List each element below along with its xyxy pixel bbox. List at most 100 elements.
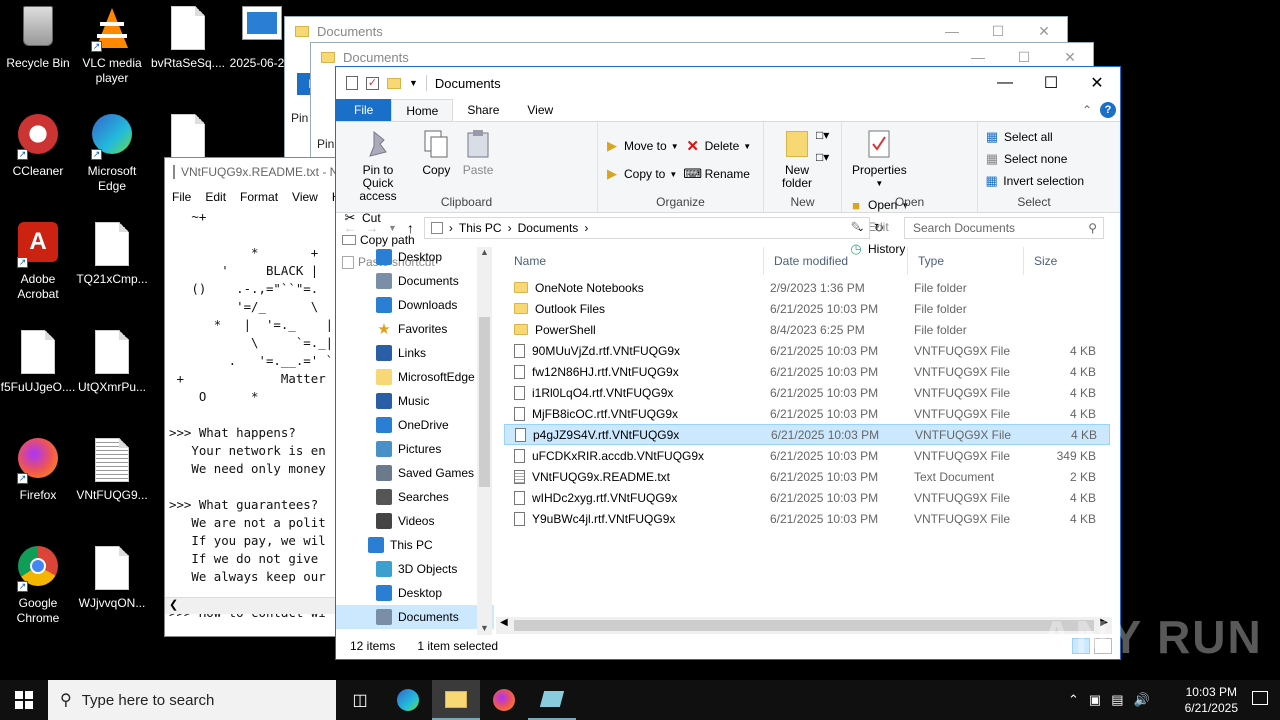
column-type[interactable]: Type [908,247,1024,275]
nav-item[interactable]: Links [336,341,494,365]
paste-button[interactable]: Paste [459,126,498,179]
column-name[interactable]: Name [504,247,764,275]
delete-button[interactable]: ✕ Delete ▼ [685,132,751,160]
invert-selection-button[interactable]: ▦ Invert selection [984,170,1084,192]
file-row[interactable]: Y9uBWc4jl.rtf.VNtFUQG9x 6/21/2025 10:03 P… [504,508,1110,529]
file-row[interactable]: wIHDc2xyg.rtf.VNtFUQG9x 6/21/2025 10:03 P… [504,487,1110,508]
volume-icon[interactable]: 🔊 [1134,692,1150,708]
tab-home[interactable]: Home [391,99,454,121]
file-row[interactable]: VNtFUQG9x.README.txt 6/21/2025 10:03 PM Te… [504,466,1110,487]
nav-item[interactable]: MicrosoftEdge [336,365,494,389]
maximize-icon[interactable]: ☐ [975,23,1021,40]
address-dropdown-icon[interactable]: ⌄ [857,223,865,234]
desktop-icon-item[interactable]: ↗ Microsoft Edge [74,114,150,194]
collapse-ribbon-icon[interactable]: ⌃ [1082,103,1092,117]
nav-item[interactable]: Videos [336,509,494,533]
cut-button[interactable]: ✂ Cut [342,207,435,229]
network-icon[interactable]: ▤ [1111,692,1123,708]
nav-item[interactable]: Music [336,389,494,413]
desktop-icon-item[interactable]: ↗ VLC media player [74,6,150,86]
show-hidden-icons-icon[interactable]: ⌃ [1068,692,1079,708]
copy-to-button[interactable]: ▶ Copy to ▼ [604,160,679,188]
nav-item[interactable]: OneDrive [336,413,494,437]
column-size[interactable]: Size [1024,247,1102,275]
column-date-modified[interactable]: Date modified [764,247,908,275]
select-none-button[interactable]: ▦ Select none [984,148,1084,170]
easy-access-icon[interactable]: □▾ [816,150,829,164]
taskbar-edge-button[interactable] [384,680,432,720]
nav-item[interactable]: Pictures [336,437,494,461]
file-row[interactable]: Outlook Files 6/21/2025 10:03 PM File fold… [504,298,1110,319]
copy-button[interactable]: Copy [417,126,455,179]
notepad-text[interactable]: ~+ * + ' BLACK | () .-.,="``"=. '=/_ \ *… [165,208,335,622]
desktop-icon-item[interactable]: WJjvvqON... [74,546,150,611]
address-bar[interactable]: › This PC › Documents › ⌄ [423,217,870,239]
nav-item[interactable]: Desktop [336,581,494,605]
breadcrumb-this-pc[interactable]: This PC [459,221,502,235]
search-box[interactable]: Search Documents ⚲ [903,217,1104,239]
minimize-icon[interactable]: — [929,23,975,40]
tab-share[interactable]: Share [453,99,513,121]
start-button[interactable] [0,680,48,720]
nav-item[interactable]: Searches [336,485,494,509]
file-row[interactable]: 90MUuVjZd.rtf.VNtFUQG9x 6/21/2025 10:03 P… [504,340,1110,361]
file-row[interactable]: MjFB8icOC.rtf.VNtFUQG9x 6/21/2025 10:03 P… [504,403,1110,424]
desktop-icon-item[interactable]: ↗ Firefox [0,438,76,503]
nav-item[interactable]: 3D Objects [336,557,494,581]
minimize-icon[interactable]: — [955,49,1001,66]
pin-to-quick-access-button[interactable]: Pin to Quick access [342,126,414,205]
close-icon[interactable]: ✕ [1021,23,1067,40]
nav-item[interactable]: This PC [336,533,494,557]
navigation-scrollbar[interactable]: ▲ ▼ [477,247,492,635]
file-row[interactable]: fw12N86HJ.rtf.VNtFUQG9x 6/21/2025 10:03 P… [504,361,1110,382]
desktop-icon-item[interactable]: A ↗ Adobe Acrobat [0,222,76,302]
move-to-button[interactable]: ▶ Move to ▼ [604,132,679,160]
properties-button[interactable]: Properties ▼ [848,126,911,192]
notification-icon[interactable] [1252,691,1268,705]
tab-file[interactable]: File [336,99,392,121]
notepad-menu-item[interactable]: View [292,190,318,204]
scroll-down-icon[interactable]: ▼ [477,623,492,633]
select-all-button[interactable]: ▦ Select all [984,126,1084,148]
scroll-left-icon[interactable]: ❮ [169,598,178,611]
explorer-window[interactable]: ✓ ▼ Documents — ☐ ✕ File Home Share View… [335,66,1121,660]
desktop-icon-item[interactable]: bvRtaSeSq.... [150,6,226,71]
scroll-left-icon[interactable]: ◀ [500,617,508,628]
breadcrumb-documents[interactable]: Documents [518,221,579,235]
desktop-icon-item[interactable]: VNtFUQG9... [74,438,150,503]
taskbar-search-box[interactable]: ⚲ Type here to search [48,680,336,720]
maximize-icon[interactable]: ☐ [1028,67,1074,99]
scrollbar-thumb[interactable] [514,620,1094,631]
desktop-icon-item[interactable]: UtQXmrPu... [74,330,150,395]
file-row[interactable]: OneNote Notebooks 2/9/2023 1:36 PM File fo… [504,277,1110,298]
file-row[interactable]: PowerShell 8/4/2023 6:25 PM File folder [504,319,1110,340]
file-list-horizontal-scrollbar[interactable]: ◀ ▶ [496,617,1112,634]
clock[interactable]: 10:03 PM 6/21/2025 [1185,680,1238,720]
notepad-horizontal-scrollbar[interactable]: ❮ [165,597,335,614]
scroll-up-icon[interactable]: ▲ [477,247,492,257]
nav-item[interactable]: Downloads [336,293,494,317]
checkbox-quick-icon[interactable]: ✓ [366,76,379,90]
notepad-menu-item[interactable]: Format [240,190,278,204]
file-row[interactable]: i1Rl0LqO4.rtf.VNtFUQG9x 6/21/2025 10:03 P… [504,382,1110,403]
tab-view[interactable]: View [513,99,567,121]
file-row[interactable]: p4gJZ9S4V.rtf.VNtFUQG9x 6/21/2025 10:03 P… [504,424,1110,445]
help-icon[interactable]: ? [1100,102,1116,118]
desktop-icon-item[interactable]: Recycle Bin [0,6,76,71]
desktop-icon-item[interactable]: ↗ CCleaner [0,114,76,179]
taskbar-firefox-button[interactable] [480,680,528,720]
maximize-icon[interactable]: ☐ [1001,49,1047,66]
nav-item[interactable]: ★ Favorites [336,317,494,341]
desktop-icon-item[interactable]: ↗ Google Chrome [0,546,76,626]
new-item-icon[interactable]: □▾ [816,128,829,142]
notepad-menu-item[interactable]: File [172,190,191,204]
nav-item[interactable]: Desktop [336,245,494,269]
nav-item[interactable]: Documents [336,269,494,293]
folder-quick-icon[interactable] [387,77,401,89]
system-tray-icon[interactable]: ▣ [1089,692,1101,708]
notepad-window[interactable]: VNtFUQG9x.README.txt - N File Edit Format V… [164,157,336,637]
scrollbar-thumb[interactable] [479,317,490,487]
taskbar-notepad-button[interactable] [528,680,576,720]
close-icon[interactable]: ✕ [1074,67,1120,99]
properties-quick-icon[interactable] [346,76,358,90]
